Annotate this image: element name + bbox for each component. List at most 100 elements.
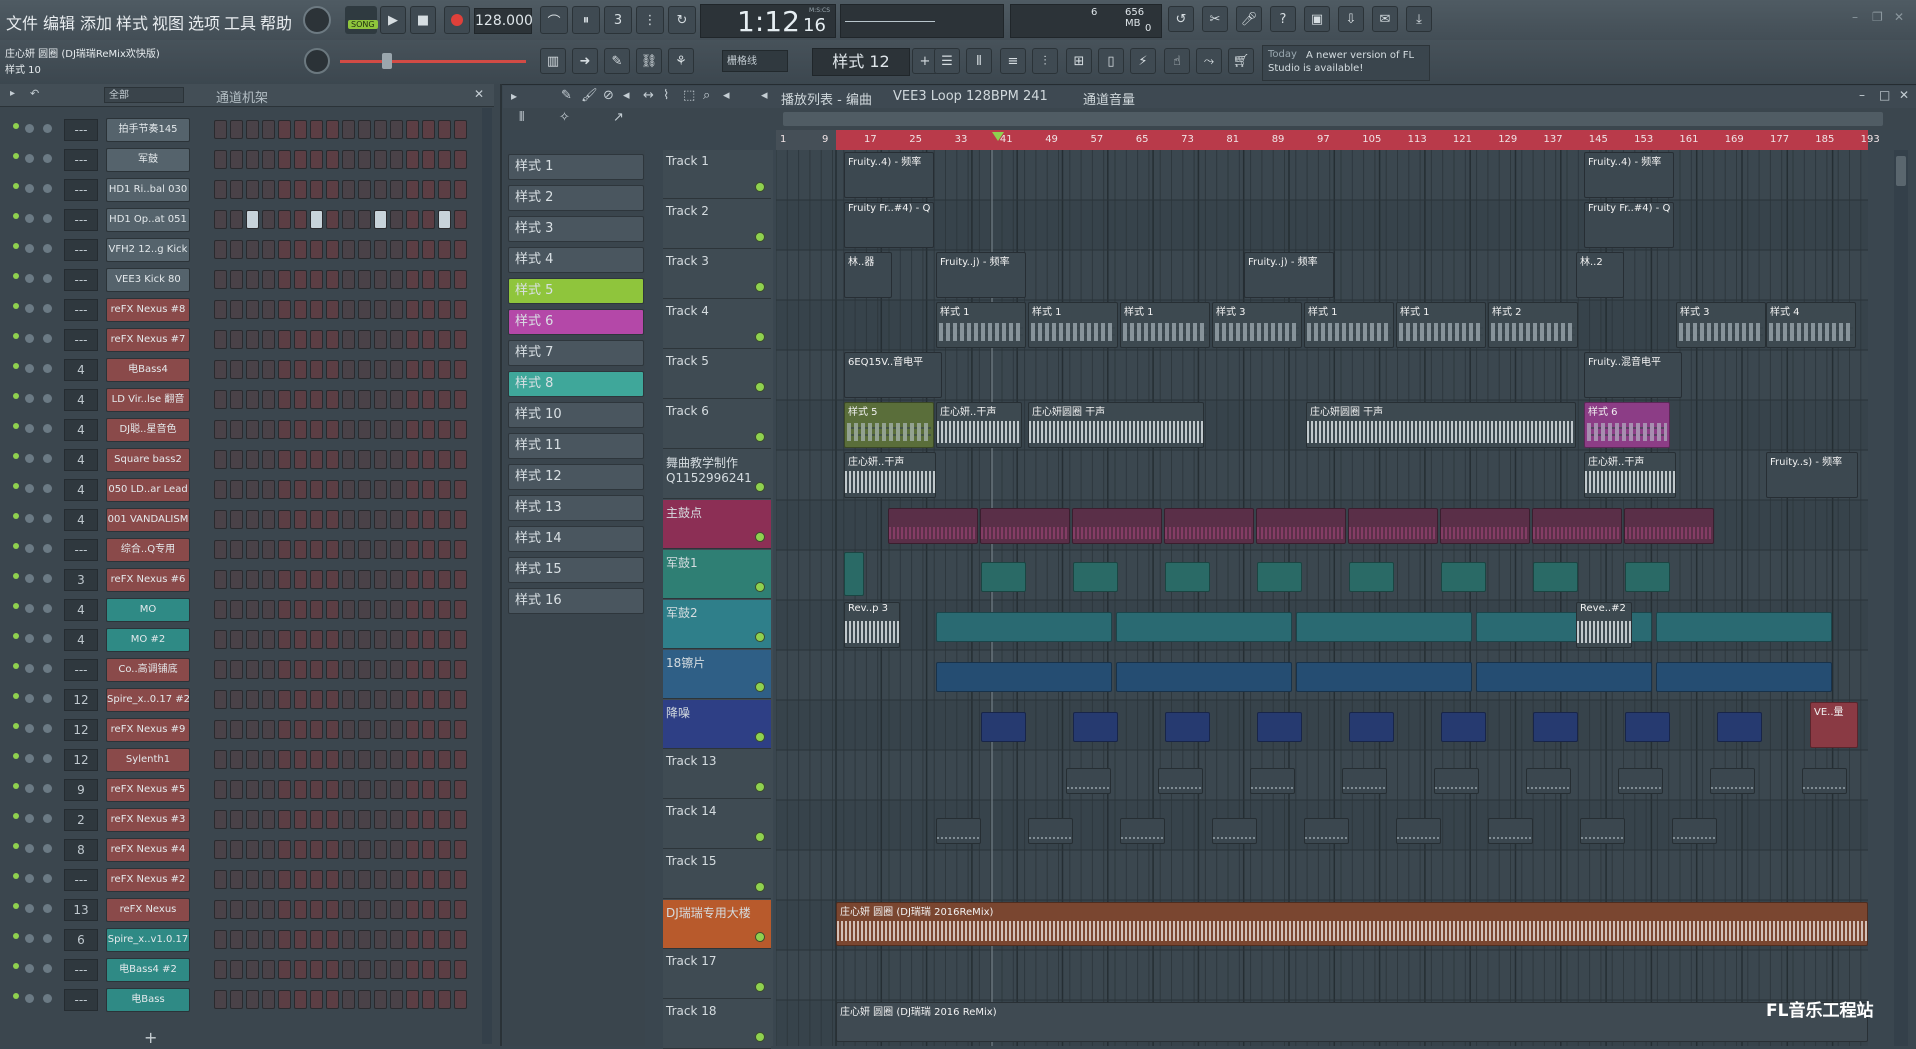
- step-button[interactable]: [326, 540, 339, 559]
- step-button[interactable]: [422, 510, 435, 529]
- step-button[interactable]: [310, 210, 323, 229]
- step-button[interactable]: [406, 630, 419, 649]
- pattern-item[interactable]: 样式 4: [508, 247, 644, 273]
- step-button[interactable]: [438, 150, 451, 169]
- step-button[interactable]: [438, 510, 451, 529]
- step-button[interactable]: [294, 390, 307, 409]
- step-button[interactable]: [278, 870, 291, 889]
- channel-pan-knob[interactable]: [25, 784, 34, 793]
- step-button[interactable]: [294, 900, 307, 919]
- channel-pan-knob[interactable]: [25, 184, 34, 193]
- channel-pan-knob[interactable]: [25, 334, 34, 343]
- playlist-clip[interactable]: [1656, 612, 1832, 642]
- step-button[interactable]: [438, 900, 451, 919]
- step-button[interactable]: [374, 930, 387, 949]
- step-button[interactable]: [294, 210, 307, 229]
- step-button[interactable]: [262, 360, 275, 379]
- pattern-item[interactable]: 样式 14: [508, 526, 644, 552]
- step-button[interactable]: [342, 990, 355, 1009]
- step-button[interactable]: [214, 690, 227, 709]
- channel-volume-knob[interactable]: [43, 484, 52, 493]
- step-button[interactable]: [230, 570, 243, 589]
- step-button[interactable]: [438, 360, 451, 379]
- step-button[interactable]: [422, 240, 435, 259]
- step-button[interactable]: [262, 900, 275, 919]
- channel-mixer-track[interactable]: ---: [64, 329, 98, 351]
- step-button[interactable]: [230, 420, 243, 439]
- step-button[interactable]: [342, 570, 355, 589]
- channel-name-button[interactable]: reFX Nexus #7: [106, 328, 190, 352]
- step-button[interactable]: [406, 270, 419, 289]
- step-button[interactable]: [230, 660, 243, 679]
- step-button[interactable]: [454, 210, 467, 229]
- step-button[interactable]: [326, 240, 339, 259]
- step-button[interactable]: [454, 780, 467, 799]
- step-button[interactable]: [278, 210, 291, 229]
- playlist-clip[interactable]: 样式 6: [1584, 402, 1670, 448]
- step-button[interactable]: [358, 840, 371, 859]
- playlist-clip[interactable]: [1120, 818, 1165, 844]
- step-button[interactable]: [230, 870, 243, 889]
- step-button[interactable]: [326, 900, 339, 919]
- step-button[interactable]: [374, 360, 387, 379]
- step-button[interactable]: [326, 510, 339, 529]
- channel-mixer-track[interactable]: 12: [64, 719, 98, 741]
- step-button[interactable]: [278, 270, 291, 289]
- track-header[interactable]: Track 14: [663, 800, 771, 849]
- step-button[interactable]: [278, 390, 291, 409]
- channel-volume-knob[interactable]: [43, 214, 52, 223]
- channel-mixer-track[interactable]: ---: [64, 119, 98, 141]
- step-button[interactable]: [230, 690, 243, 709]
- channel-pan-knob[interactable]: [25, 934, 34, 943]
- step-button[interactable]: [278, 330, 291, 349]
- channel-name-button[interactable]: 拍手节奏145: [106, 118, 190, 142]
- channel-name-button[interactable]: 050 LD..ar Lead: [106, 478, 190, 502]
- step-button[interactable]: [230, 840, 243, 859]
- channel-row[interactable]: --- VFH2 12..g Kick: [0, 234, 492, 264]
- playlist-overview[interactable]: [783, 112, 1883, 126]
- undo-history-button[interactable]: ↺: [1168, 6, 1194, 32]
- channel-volume-knob[interactable]: [43, 874, 52, 883]
- step-button[interactable]: [358, 810, 371, 829]
- browser-button[interactable]: ⊞: [1066, 48, 1092, 74]
- snap-selector[interactable]: 栅格线: [722, 50, 788, 72]
- step-button[interactable]: [438, 450, 451, 469]
- plugin-picker-button[interactable]: ⚡: [1130, 48, 1156, 74]
- step-button[interactable]: [294, 300, 307, 319]
- playlist-clip[interactable]: [936, 662, 1112, 692]
- step-button[interactable]: [358, 210, 371, 229]
- channel-volume-knob[interactable]: [43, 334, 52, 343]
- step-button[interactable]: [438, 960, 451, 979]
- playlist-clip[interactable]: [1072, 508, 1162, 544]
- step-button[interactable]: [310, 330, 323, 349]
- step-button[interactable]: [214, 570, 227, 589]
- step-button[interactable]: [246, 900, 259, 919]
- step-button[interactable]: [454, 720, 467, 739]
- step-button[interactable]: [406, 150, 419, 169]
- step-button[interactable]: [294, 990, 307, 1009]
- step-button[interactable]: [342, 720, 355, 739]
- step-button[interactable]: [214, 450, 227, 469]
- chat-button[interactable]: ✉: [1372, 6, 1398, 32]
- step-button[interactable]: [390, 690, 403, 709]
- playlist-clip[interactable]: Fruity..混音电平: [1584, 352, 1682, 398]
- playlist-clip[interactable]: 样式 1: [1396, 302, 1486, 348]
- step-button[interactable]: [374, 570, 387, 589]
- step-button[interactable]: [374, 450, 387, 469]
- step-button[interactable]: [262, 570, 275, 589]
- step-button[interactable]: [422, 300, 435, 319]
- channel-pan-knob[interactable]: [25, 904, 34, 913]
- playlist-clip[interactable]: Rev..p 3: [844, 602, 900, 648]
- step-button[interactable]: [262, 660, 275, 679]
- step-button[interactable]: [326, 150, 339, 169]
- channel-volume-knob[interactable]: [43, 844, 52, 853]
- menu-options[interactable]: 选项: [188, 10, 220, 34]
- track-header[interactable]: 军鼓1: [663, 550, 771, 599]
- pattern-item[interactable]: 样式 11: [508, 433, 644, 459]
- step-button[interactable]: [438, 990, 451, 1009]
- track-mute-led[interactable]: [755, 282, 765, 292]
- step-button[interactable]: [438, 600, 451, 619]
- step-button[interactable]: [262, 120, 275, 139]
- playlist-clip[interactable]: 林..2: [1576, 252, 1624, 298]
- channel-row[interactable]: --- reFX Nexus #7: [0, 324, 492, 354]
